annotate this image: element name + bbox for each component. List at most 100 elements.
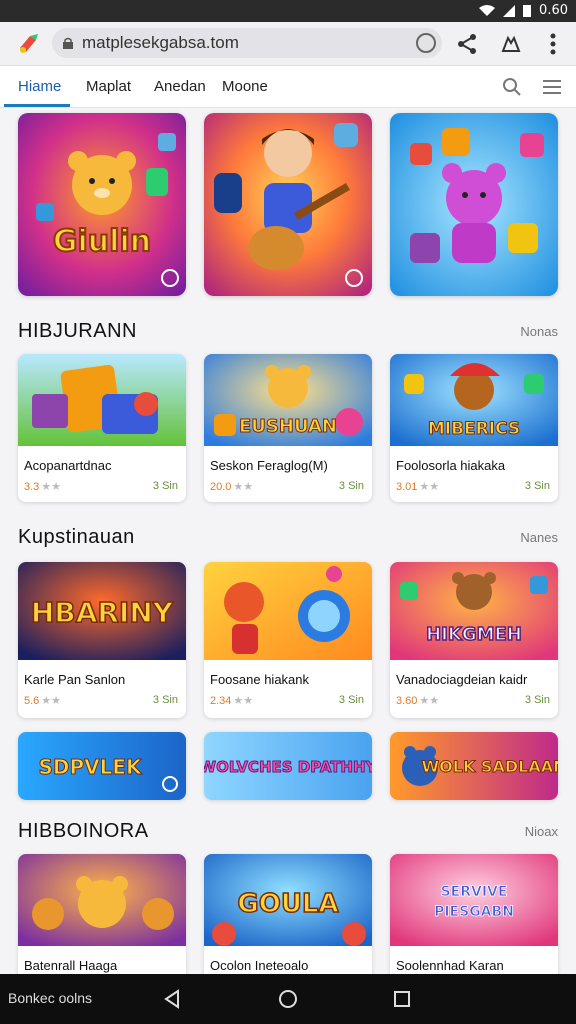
tab-maplat[interactable]: Maplat [86,78,131,95]
game-rating: 3.01 ★★ [396,480,439,493]
rating-value: 3.01 [396,481,418,493]
site-favicon-icon[interactable] [16,30,42,56]
game-size: 3 Sin [524,480,550,492]
game-thumbnail [204,562,372,660]
wifi-icon [479,4,496,16]
game-thumbnail [18,854,186,946]
hero-tile-1[interactable]: Giulin [18,113,186,296]
main-content: Giulin HIBJURANN Nonas Acopanartdnac 3.3… [0,108,576,974]
section-2-title: Kupstinauan [18,526,135,548]
game-size: 3 Sin [152,480,178,492]
promo-banner[interactable]: SDPVLEK [18,732,186,800]
game-title: Batenrall Haaga [24,958,118,973]
rating-value: 3.3 [24,481,40,493]
hero-tile-3-art [390,113,558,296]
browser-toolbar: matplesekgabsa.tom [0,22,576,66]
thumbnail-logo: PIESGABN [434,904,514,920]
game-title: Foolosorla hiakaka [396,458,506,473]
game-thumbnail: GOULA [204,854,372,946]
search-icon[interactable] [500,75,524,99]
game-card[interactable]: SERVIVE PIESGABN Soolennhad Karan [390,854,558,974]
battery-icon [523,5,532,17]
game-thumbnail: HIKGMEH [390,562,558,660]
section-1-more-link[interactable]: Nonas [520,324,558,339]
thumbnail-logo: MIBERICS [428,419,520,439]
hero-tile-1-art: Giulin [18,113,186,296]
game-title: Vanadociagdeian kaidr [396,672,528,687]
active-tab-indicator [4,104,70,107]
menu-dots-icon[interactable] [540,31,566,57]
game-card[interactable]: HBARINY Karle Pan Sanlon 5.6 ★★ 3 Sin [18,562,186,718]
game-card[interactable]: GOULA Ocolon Ineteoalo [204,854,372,974]
rating-value: 5.6 [24,695,40,707]
reload-icon[interactable] [416,33,436,53]
recents-icon[interactable] [390,987,414,1011]
url-text: matplesekgabsa.tom [82,33,239,52]
banner-logo: WOLVCHES DPATHHY [204,758,372,776]
star-icon: ★★ [419,695,440,707]
status-bar: 0.60 [0,0,576,22]
hamburger-menu-icon[interactable] [540,75,564,99]
address-bar[interactable]: matplesekgabsa.tom [52,28,442,58]
section-3-more-link[interactable]: Nioax [525,824,558,839]
game-rating: 20.0 ★★ [210,480,253,493]
rating-value: 2.34 [210,695,232,707]
lock-icon [63,37,73,49]
hero-tile-2-art [204,113,372,296]
bookmark-icon[interactable] [498,31,524,57]
game-title: Seskon Feraglog(M) [210,458,328,473]
game-card[interactable]: EUSHUAN Seskon Feraglog(M) 20.0 ★★ 3 Sin [204,354,372,502]
game-rating: 3.60 ★★ [396,694,439,707]
game-card[interactable]: MIBERICS Foolosorla hiakaka 3.01 ★★ 3 Sin [390,354,558,502]
game-rating: 3.3 ★★ [24,480,61,493]
game-card[interactable]: Foosane hiakank 2.34 ★★ 3 Sin [204,562,372,718]
share-icon[interactable] [454,31,480,57]
thumbnail-logo: EUSHUAN [239,416,337,437]
tab-moone[interactable]: Moone [222,78,268,95]
game-size: 3 Sin [338,694,364,706]
game-card[interactable]: HIKGMEH Vanadociagdeian kaidr 3.60 ★★ 3 S… [390,562,558,718]
star-icon: ★★ [233,695,254,707]
back-icon[interactable] [160,987,184,1011]
star-icon: ★★ [233,481,254,493]
game-title: Soolennhad Karan [396,958,504,973]
rating-value: 3.60 [396,695,418,707]
tab-anedan[interactable]: Anedan [154,78,206,95]
nav-bar-label: Bonkec oolns [8,990,93,1006]
status-time: 0.60 [539,3,568,18]
banner-logo: SDPVLEK [38,755,143,779]
promo-banner[interactable]: WOLVCHES DPATHHY [204,732,372,800]
section-2-more-link[interactable]: Nanes [520,530,558,545]
rating-value: 20.0 [210,481,232,493]
banner-logo: WOLK SADLAAN [422,757,558,776]
game-rating: 5.6 ★★ [24,694,61,707]
game-thumbnail: HBARINY [18,562,186,660]
hero-tile-1-logo: Giulin [53,224,151,259]
game-card[interactable]: Acopanartdnac 3.3 ★★ 3 Sin [18,354,186,502]
game-size: 3 Sin [152,694,178,706]
game-title: Karle Pan Sanlon [24,672,126,687]
thumbnail-logo: GOULA [237,889,338,919]
thumbnail-logo: HBARINY [31,596,174,629]
game-card[interactable]: Batenrall Haaga [18,854,186,974]
game-thumbnail [18,354,186,446]
promo-banner[interactable]: WOLK SADLAAN [390,732,558,800]
game-thumbnail: MIBERICS [390,354,558,446]
game-thumbnail: SERVIVE PIESGABN [390,854,558,946]
game-size: 3 Sin [524,694,550,706]
game-size: 3 Sin [338,480,364,492]
signal-icon [503,4,516,17]
home-icon[interactable] [276,987,300,1011]
section-1-title: HIBJURANN [18,320,137,342]
star-icon: ★★ [41,695,62,707]
thumbnail-logo: HIKGMEH [426,624,522,645]
section-3-title: HIBBOINORA [18,820,149,842]
game-title: Ocolon Ineteoalo [210,958,309,973]
game-title: Acopanartdnac [24,458,112,473]
star-icon: ★★ [41,481,62,493]
game-thumbnail: EUSHUAN [204,354,372,446]
hero-tile-3[interactable] [390,113,558,296]
tab-home[interactable]: Hiame [18,78,61,95]
game-title: Foosane hiakank [210,672,310,687]
hero-tile-2[interactable] [204,113,372,296]
